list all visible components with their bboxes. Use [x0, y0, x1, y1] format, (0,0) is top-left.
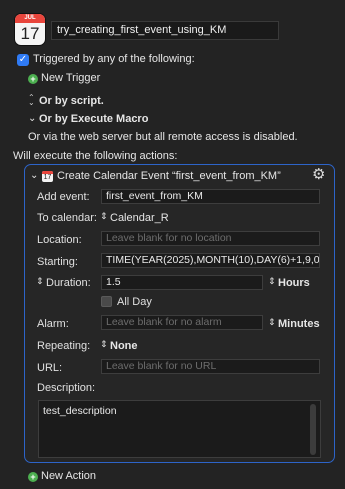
new-action-button[interactable]: New Action — [41, 470, 96, 482]
or-by-execute-macro-option[interactable]: Or by Execute Macro — [39, 113, 148, 125]
calendar-icon-month: JUL — [15, 14, 45, 23]
new-action-plus-icon[interactable]: + — [28, 472, 38, 482]
alarm-unit-updown-icon[interactable]: ⇕ — [268, 317, 276, 328]
new-trigger-plus-icon[interactable]: + — [28, 74, 38, 84]
gear-icon[interactable]: ⚙ — [312, 165, 325, 183]
url-field[interactable]: Leave blank for no URL — [101, 359, 320, 374]
triggered-by-label: Triggered by any of the following: — [33, 53, 195, 65]
or-by-script-chevron-icon[interactable]: ⌃ ⌄ — [28, 94, 36, 107]
to-calendar-updown-icon[interactable]: ⇕ — [100, 211, 108, 222]
location-label: Location: — [37, 234, 82, 246]
macro-name-field[interactable]: try_creating_first_event_using_KM — [51, 21, 279, 40]
to-calendar-label: To calendar: — [37, 212, 97, 224]
starting-field[interactable]: TIME(YEAR(2025),MONTH(10),DAY(6)+1,9,0,0 — [101, 253, 320, 268]
action-title: Create Calendar Event “first_event_from_… — [57, 170, 281, 182]
action-calendar-icon: 17 — [42, 171, 53, 182]
starting-label: Starting: — [37, 256, 78, 268]
repeating-popup[interactable]: None — [110, 340, 138, 352]
description-textarea[interactable]: test_description — [38, 400, 321, 458]
web-server-note: Or via the web server but all remote acc… — [28, 131, 298, 143]
duration-unit-updown-icon[interactable]: ⇕ — [268, 276, 276, 287]
action-calendar-icon-day: 17 — [43, 174, 52, 181]
or-by-script-option[interactable]: Or by script. — [39, 95, 104, 107]
repeating-label: Repeating: — [37, 340, 91, 352]
add-event-field[interactable]: first_event_from_KM — [101, 189, 320, 204]
alarm-label: Alarm: — [37, 318, 69, 330]
calendar-app-icon: JUL 17 — [15, 14, 45, 45]
duration-unit-popup[interactable]: Hours — [278, 277, 310, 289]
all-day-label: All Day — [117, 296, 152, 308]
add-event-label: Add event: — [37, 191, 90, 203]
duration-updown-icon[interactable]: ⇕ — [36, 276, 44, 287]
url-label: URL: — [37, 362, 63, 374]
calendar-icon-day: 17 — [20, 24, 40, 43]
actions-heading: Will execute the following actions: — [13, 150, 178, 162]
collapse-chevron-icon[interactable]: ⌄ — [30, 170, 38, 181]
alarm-field[interactable]: Leave blank for no alarm — [101, 315, 263, 330]
triggered-checkbox[interactable]: ✓ — [17, 54, 29, 66]
location-field[interactable]: Leave blank for no location — [101, 231, 320, 246]
or-by-execute-macro-chevron-icon[interactable]: ⌄ — [28, 113, 36, 124]
duration-label: Duration: — [46, 277, 91, 289]
repeating-updown-icon[interactable]: ⇕ — [100, 339, 108, 350]
to-calendar-popup[interactable]: Calendar_R — [110, 212, 169, 224]
description-scrollbar[interactable] — [310, 404, 316, 455]
duration-field[interactable]: 1.5 — [101, 275, 263, 290]
description-label: Description: — [37, 382, 96, 394]
alarm-unit-popup[interactable]: Minutes — [278, 318, 320, 330]
all-day-checkbox[interactable] — [101, 296, 112, 307]
new-trigger-button[interactable]: New Trigger — [41, 72, 100, 84]
